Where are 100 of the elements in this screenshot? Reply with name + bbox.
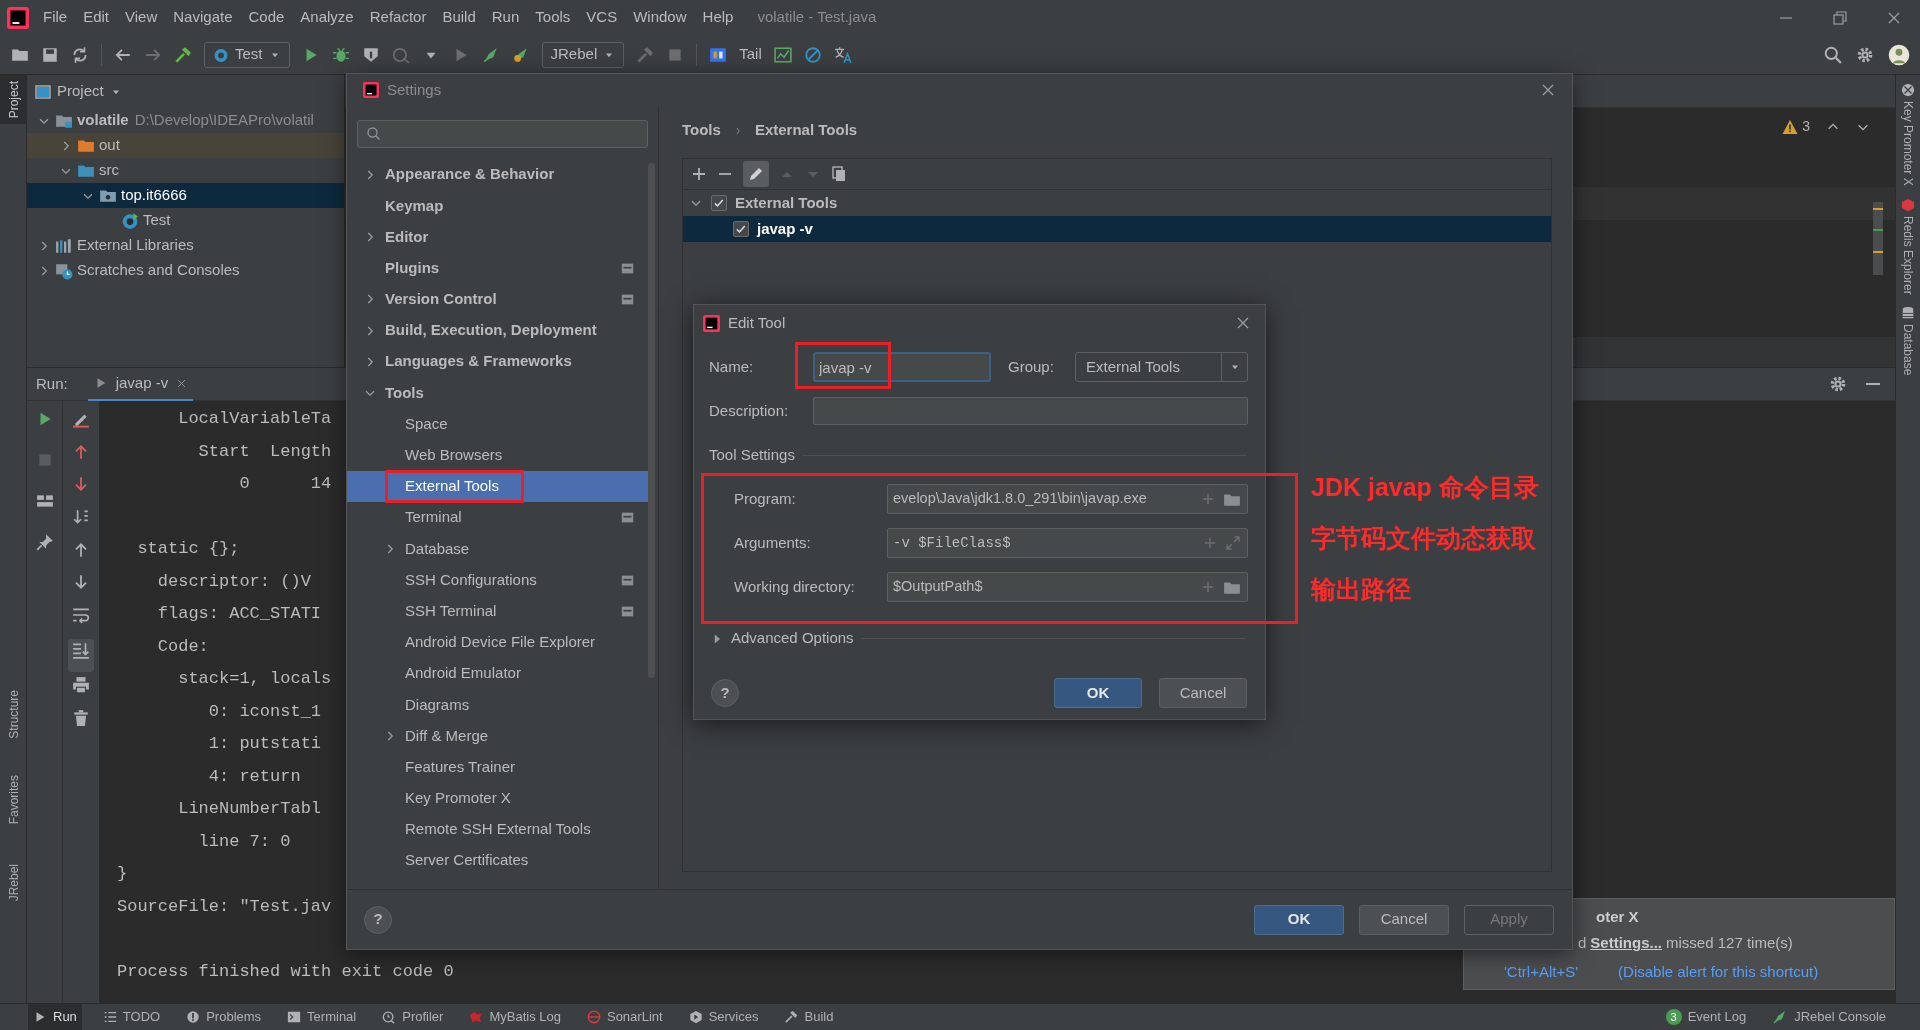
panel-title[interactable]: Project (57, 80, 104, 103)
tool-window-tab[interactable]: Redis Explorer (1899, 197, 1917, 295)
settings-nav-item[interactable]: Version Control (347, 283, 648, 315)
tree-item[interactable]: Test (27, 208, 344, 233)
settings-nav-item[interactable]: Server Certificates (347, 845, 648, 877)
menu-item[interactable]: Edit (83, 6, 110, 29)
tool-window-tab[interactable]: Structure (0, 684, 27, 746)
tree-item[interactable]: src (27, 158, 344, 183)
tail-label[interactable]: Tail (739, 43, 762, 66)
settings-nav-item[interactable]: Diff & Merge (347, 720, 648, 752)
field-label: Name: (709, 356, 755, 377)
input-field[interactable]: $OutputPath$ (887, 572, 1248, 602)
settings-nav-item[interactable]: Build, Execution, Deployment (347, 314, 648, 347)
dialog-button[interactable]: Cancel (1159, 678, 1247, 708)
tree-item[interactable]: External Libraries (27, 233, 344, 258)
console-line: line 7: 0 (197, 830, 291, 853)
tree-item[interactable]: top.it6666 (27, 183, 344, 208)
tree-item[interactable]: Scratches and Consoles (27, 258, 344, 283)
menu-item[interactable]: Help (702, 6, 734, 29)
window-title: volatile - Test.java (757, 7, 877, 28)
menu-item[interactable]: Window (633, 6, 687, 29)
settings-nav-item[interactable]: Keymap (347, 190, 648, 222)
warning-counter[interactable]: 3 (1782, 116, 1810, 137)
menu-item[interactable]: Analyze (300, 6, 354, 29)
breadcrumb-item[interactable]: Tools (682, 119, 721, 142)
tree-item[interactable]: External Tools (683, 190, 1551, 216)
settings-nav-item[interactable]: SSH Terminal (347, 595, 648, 627)
settings-nav-item[interactable]: Space (347, 408, 648, 440)
console-line: 4: return (207, 765, 301, 788)
tree-item[interactable]: javap -v (683, 216, 1551, 242)
tool-window-button[interactable]: Terminal (282, 1004, 362, 1030)
field-label: Group: (1008, 356, 1055, 377)
event-log-button[interactable]: 3 Event Log (1665, 1007, 1747, 1027)
tree-item[interactable]: volatile D:\Develop\IDEAPro\volatil (27, 108, 344, 133)
tool-window-button[interactable]: Profiler (377, 1004, 449, 1030)
dialog-title: Edit Tool (728, 312, 786, 333)
settings-nav-item[interactable]: Appearance & Behavior (347, 159, 648, 191)
run-label: Run: (36, 373, 68, 394)
section-title[interactable]: Advanced Options (731, 627, 854, 650)
settings-nav-item[interactable]: Features Trainer (347, 751, 648, 783)
settings-nav-item[interactable]: SSH Configurations (347, 564, 648, 596)
tool-window-tab[interactable]: Favorites (0, 769, 27, 831)
tool-window-tab[interactable]: Database (1899, 306, 1917, 376)
notification-title: oter X (1596, 907, 1639, 927)
dialog-title: Settings (387, 79, 442, 100)
settings-nav-item[interactable]: Key Promoter X (347, 782, 648, 814)
menu-item[interactable]: Tools (535, 6, 571, 29)
settings-nav-item[interactable]: Tools (347, 377, 648, 409)
tool-window-button[interactable]: Run (28, 1004, 82, 1030)
tool-window-tab[interactable]: Project (0, 75, 27, 125)
notification-action-link[interactable]: (Disable alert for this shortcut) (1618, 961, 1819, 984)
settings-link[interactable]: Settings... (1590, 932, 1663, 955)
input-field[interactable]: evelop\Java\jdk1.8.0_291\bin\javap.exe (887, 484, 1248, 514)
menu-item[interactable]: File (43, 6, 68, 29)
dialog-button[interactable]: Cancel (1359, 904, 1449, 935)
dialog-button[interactable]: OK (1054, 678, 1142, 708)
tool-window-button[interactable]: MyBatis Log (464, 1004, 566, 1030)
menu-item[interactable]: View (125, 6, 158, 29)
settings-nav-item[interactable]: Languages & Frameworks (347, 346, 648, 378)
jrebel-console-button[interactable]: JRebel Console (1772, 1007, 1886, 1027)
menu-item[interactable]: Navigate (173, 6, 233, 29)
tool-window-button[interactable]: SonarLint (581, 1004, 668, 1030)
console-line: 0 14 (238, 473, 332, 495)
settings-nav-item[interactable]: Plugins (347, 252, 648, 284)
annotation-text: 字节码文件动态获取 (1311, 523, 1537, 554)
tool-window-tab[interactable]: Key Promoter X (1899, 83, 1917, 186)
settings-nav-item[interactable]: Editor (347, 221, 648, 253)
tool-window-button[interactable]: Services (683, 1004, 764, 1030)
settings-nav-item[interactable]: Terminal (347, 502, 648, 534)
settings-nav-item[interactable]: Remote SSH External Tools (347, 813, 648, 846)
run-config-dropdown[interactable]: JRebel (541, 41, 625, 68)
menu-item[interactable]: Build (442, 6, 476, 29)
tool-window-button[interactable]: Problems (181, 1004, 267, 1030)
settings-nav-item[interactable]: Android Device File Explorer (347, 626, 648, 658)
menu-item[interactable]: Code (248, 6, 285, 29)
notification-text: d (1578, 933, 1587, 953)
tree-item[interactable]: out (27, 133, 344, 158)
help-button[interactable]: ? (711, 679, 739, 707)
notification-action-link[interactable]: 'Ctrl+Alt+S' (1504, 961, 1579, 984)
field-label: Program: (734, 488, 797, 509)
console-line: 0: iconst_1 (207, 700, 322, 723)
group-dropdown[interactable]: External Tools (1075, 352, 1248, 382)
menu-item[interactable]: Run (491, 6, 520, 29)
settings-nav-item[interactable]: Diagrams (347, 689, 648, 721)
run-config-dropdown[interactable]: Test (204, 41, 290, 68)
notification-text: missed 127 time(s) (1666, 933, 1793, 953)
settings-nav-item[interactable]: Database (347, 533, 648, 565)
console-line: 1: putstati (207, 733, 322, 755)
tool-window-tab[interactable]: JRebel (0, 858, 27, 908)
menu-item[interactable]: VCS (586, 6, 618, 29)
name-field[interactable]: javap -v (813, 352, 991, 382)
tool-window-button[interactable]: Build (779, 1004, 839, 1030)
console-line: } (117, 863, 128, 885)
help-button[interactable]: ? (364, 905, 392, 934)
console-line: LineNumberTabl (177, 798, 322, 820)
menu-item[interactable]: Refactor (369, 6, 427, 29)
tool-window-button[interactable]: TODO (97, 1004, 166, 1030)
dialog-button[interactable]: OK (1254, 904, 1344, 935)
settings-nav-item[interactable]: Web Browsers (347, 439, 648, 471)
settings-nav-item[interactable]: Android Emulator (347, 658, 648, 690)
